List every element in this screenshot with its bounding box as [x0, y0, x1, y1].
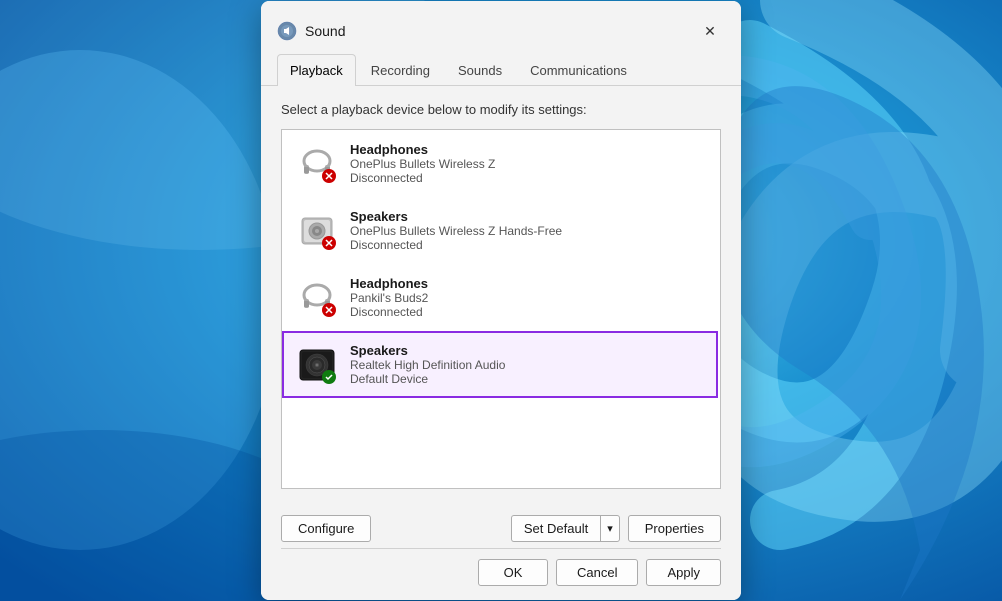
tab-playback[interactable]: Playback	[277, 54, 356, 86]
dialog-footer: OK Cancel Apply	[261, 549, 741, 600]
tab-recording[interactable]: Recording	[358, 54, 443, 86]
device-name: Headphones	[350, 142, 704, 157]
device-desc: Pankil's Buds2	[350, 291, 704, 305]
list-item[interactable]: Speakers OnePlus Bullets Wireless Z Hand…	[282, 197, 718, 264]
title-bar: Sound ✕	[261, 1, 741, 49]
device-status: Disconnected	[350, 171, 704, 185]
cancel-button[interactable]: Cancel	[556, 559, 638, 586]
device-icon-headphones-2	[296, 277, 338, 319]
status-disconnected-badge	[322, 303, 336, 317]
list-item[interactable]: Headphones Pankil's Buds2 Disconnected	[282, 264, 718, 331]
list-item[interactable]: Speakers Realtek High Definition Audio D…	[282, 331, 718, 398]
tab-communications[interactable]: Communications	[517, 54, 640, 86]
device-status: Disconnected	[350, 305, 704, 319]
apply-button[interactable]: Apply	[646, 559, 721, 586]
sound-dialog: Sound ✕ Playback Recording Sounds Commun…	[261, 1, 741, 600]
list-item[interactable]: Headphones OnePlus Bullets Wireless Z Di…	[282, 130, 718, 197]
tab-bar: Playback Recording Sounds Communications	[261, 53, 741, 86]
status-disconnected-badge	[322, 169, 336, 183]
device-info: Headphones Pankil's Buds2 Disconnected	[350, 276, 704, 319]
ok-button[interactable]: OK	[478, 559, 548, 586]
device-info: Speakers Realtek High Definition Audio D…	[350, 343, 704, 386]
device-icon-headphones-1	[296, 143, 338, 185]
device-name: Headphones	[350, 276, 704, 291]
configure-button[interactable]: Configure	[281, 515, 371, 542]
dialog-overlay: Sound ✕ Playback Recording Sounds Commun…	[0, 0, 1002, 601]
device-info: Speakers OnePlus Bullets Wireless Z Hand…	[350, 209, 704, 252]
device-icon-speakers-2	[296, 344, 338, 386]
tab-sounds[interactable]: Sounds	[445, 54, 515, 86]
device-icon-speakers-1	[296, 210, 338, 252]
tab-content: Select a playback device below to modify…	[261, 86, 741, 505]
device-desc: Realtek High Definition Audio	[350, 358, 704, 372]
action-buttons: Configure Set Default ▾ Properties	[261, 505, 741, 548]
device-list-container: Headphones OnePlus Bullets Wireless Z Di…	[281, 129, 721, 489]
close-button[interactable]: ✕	[695, 16, 725, 46]
status-disconnected-badge	[322, 236, 336, 250]
device-info: Headphones OnePlus Bullets Wireless Z Di…	[350, 142, 704, 185]
set-default-arrow[interactable]: ▾	[600, 515, 620, 542]
device-status: Default Device	[350, 372, 704, 386]
device-desc: OnePlus Bullets Wireless Z	[350, 157, 704, 171]
set-default-group: Set Default ▾	[511, 515, 620, 542]
set-default-button[interactable]: Set Default	[511, 515, 600, 542]
properties-button[interactable]: Properties	[628, 515, 721, 542]
device-status: Disconnected	[350, 238, 704, 252]
device-name: Speakers	[350, 209, 704, 224]
device-list: Headphones OnePlus Bullets Wireless Z Di…	[282, 130, 720, 488]
device-name: Speakers	[350, 343, 704, 358]
title-left: Sound	[277, 21, 345, 41]
dialog-title: Sound	[305, 23, 345, 39]
instruction-text: Select a playback device below to modify…	[281, 102, 721, 117]
sound-icon	[277, 21, 297, 41]
device-desc: OnePlus Bullets Wireless Z Hands-Free	[350, 224, 704, 238]
status-default-badge	[322, 370, 336, 384]
